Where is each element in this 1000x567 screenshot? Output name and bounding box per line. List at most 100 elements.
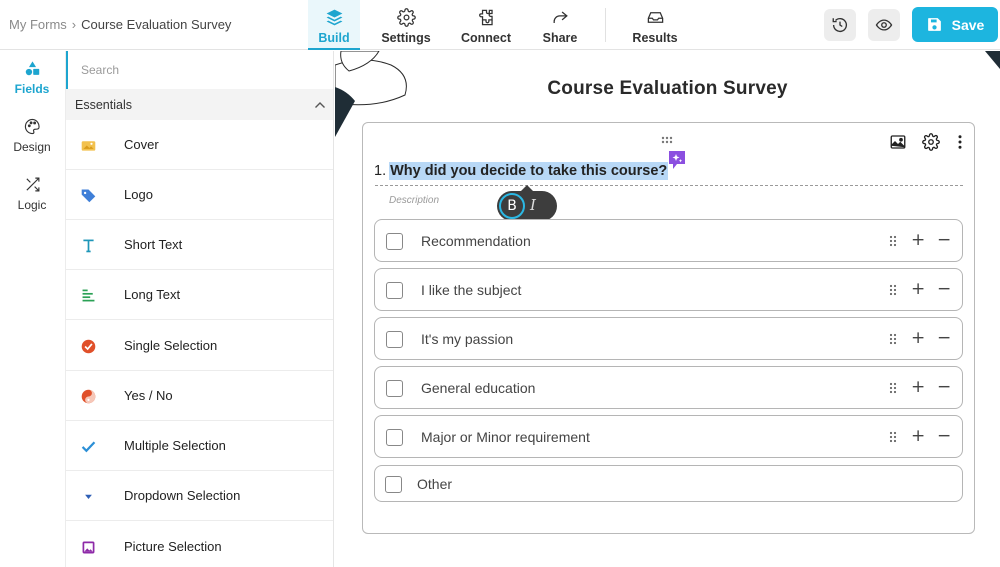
format-toolbar: B I [497, 185, 557, 221]
chevron-up-icon [315, 102, 325, 108]
add-option-button[interactable]: + [911, 279, 925, 299]
question-card[interactable]: 1. Why did you decide to take this course… [362, 122, 975, 534]
option-row[interactable]: It's my passion + − [374, 317, 963, 360]
question-number: 1. [374, 163, 387, 179]
rail-design[interactable]: Design [0, 118, 64, 154]
image-icon [890, 135, 906, 149]
puzzle-icon [478, 9, 493, 26]
tab-share-label: Share [542, 31, 578, 45]
grip-icon[interactable] [889, 333, 897, 345]
field-item-dropdown-selection[interactable]: Dropdown Selection [66, 471, 333, 521]
form-canvas: Course Evaluation Survey 1. Why did you d… [335, 51, 1000, 567]
rail-logic[interactable]: Logic [0, 176, 64, 212]
save-button-label: Save [951, 16, 985, 33]
ai-sparkle-icon[interactable] [668, 150, 686, 170]
option-checkbox[interactable] [386, 380, 403, 397]
add-option-button[interactable]: + [911, 377, 925, 397]
form-title[interactable]: Course Evaluation Survey [335, 78, 1000, 100]
option-label[interactable]: Other [417, 476, 452, 492]
section-essentials-label: Essentials [75, 97, 132, 112]
cover-icon [79, 136, 97, 154]
field-item-short-text[interactable]: Short Text [66, 220, 333, 270]
preview-button[interactable] [868, 9, 900, 41]
breadcrumb-my-forms[interactable]: My Forms [9, 17, 67, 32]
field-item-long-text[interactable]: Long Text [66, 270, 333, 320]
remove-option-button[interactable]: − [937, 279, 951, 299]
add-option-button[interactable]: + [911, 426, 925, 446]
rail-design-label: Design [13, 140, 51, 154]
option-label[interactable]: Major or Minor requirement [421, 429, 590, 445]
inbox-icon [647, 12, 663, 23]
more-options-button[interactable] [950, 132, 970, 152]
top-bar: My Forms › Course Evaluation Survey Build … [0, 0, 1000, 50]
tab-results[interactable]: Results [630, 0, 680, 50]
option-row[interactable]: I like the subject + − [374, 268, 963, 311]
grip-icon[interactable] [889, 382, 897, 394]
option-checkbox[interactable] [385, 476, 402, 493]
tab-connect[interactable]: Connect [458, 0, 514, 50]
field-item-label: Multiple Selection [124, 438, 226, 453]
field-item-cover[interactable]: Cover [66, 120, 333, 170]
drag-handle-icon[interactable] [661, 136, 673, 144]
layers-icon [326, 9, 342, 26]
breadcrumb-separator: › [71, 17, 77, 32]
option-label[interactable]: It's my passion [421, 331, 513, 347]
remove-option-button[interactable]: − [937, 426, 951, 446]
image-button[interactable] [888, 132, 908, 152]
field-item-label: Yes / No [124, 388, 173, 403]
field-item-single-selection[interactable]: Single Selection [66, 321, 333, 371]
question-title[interactable]: Why did you decide to take this course? [389, 162, 669, 180]
long-text-icon [79, 286, 97, 304]
option-row[interactable]: Recommendation + − [374, 219, 963, 262]
history-icon [832, 18, 848, 33]
tab-share[interactable]: Share [537, 0, 583, 50]
tab-results-label: Results [632, 31, 678, 45]
italic-button[interactable]: I [530, 196, 536, 214]
remove-option-button[interactable]: − [937, 377, 951, 397]
question-text[interactable]: 1. Why did you decide to take this course… [374, 162, 669, 180]
add-option-button[interactable]: + [911, 328, 925, 348]
option-label[interactable]: General education [421, 380, 535, 396]
search-box [66, 51, 333, 89]
option-checkbox[interactable] [386, 233, 403, 250]
field-item-yes-no[interactable]: Yes / No [66, 371, 333, 421]
save-button[interactable]: Save [912, 7, 998, 42]
remove-option-button[interactable]: − [937, 328, 951, 348]
add-option-button[interactable]: + [911, 230, 925, 250]
rail-fields[interactable]: Fields [0, 60, 64, 96]
search-input[interactable] [68, 51, 333, 89]
picture-icon [79, 538, 97, 556]
history-button[interactable] [824, 9, 856, 41]
option-row-other[interactable]: Other [374, 465, 963, 502]
question-settings-button[interactable] [921, 132, 941, 152]
tab-connect-label: Connect [461, 31, 511, 45]
option-checkbox[interactable] [386, 282, 403, 299]
description-placeholder[interactable]: Description [389, 195, 439, 206]
checkmark-icon [79, 437, 97, 455]
field-item-multiple-selection[interactable]: Multiple Selection [66, 421, 333, 471]
rail-fields-label: Fields [14, 82, 50, 96]
field-item-picture-selection[interactable]: Picture Selection [66, 522, 333, 567]
option-checkbox[interactable] [386, 429, 403, 446]
tab-settings[interactable]: Settings [378, 0, 434, 50]
bold-button[interactable]: B [499, 193, 525, 219]
option-checkbox[interactable] [386, 331, 403, 348]
option-row[interactable]: Major or Minor requirement + − [374, 415, 963, 458]
grip-icon[interactable] [889, 235, 897, 247]
yes-no-icon [79, 387, 97, 405]
field-item-logo[interactable]: Logo [66, 170, 333, 220]
option-row[interactable]: General education + − [374, 366, 963, 409]
option-label[interactable]: Recommendation [421, 233, 531, 249]
grip-icon[interactable] [889, 284, 897, 296]
share-arrow-icon [553, 11, 568, 24]
tab-build[interactable]: Build [308, 0, 360, 50]
option-label[interactable]: I like the subject [421, 282, 521, 298]
floppy-disk-icon [927, 18, 941, 31]
grip-icon[interactable] [889, 431, 897, 443]
section-essentials[interactable]: Essentials [66, 89, 333, 120]
remove-option-button[interactable]: − [937, 230, 951, 250]
logo-tag-icon [79, 186, 97, 204]
left-rail: Fields Design Logic [0, 51, 66, 567]
eye-icon [875, 19, 893, 31]
dropdown-icon [79, 487, 97, 505]
